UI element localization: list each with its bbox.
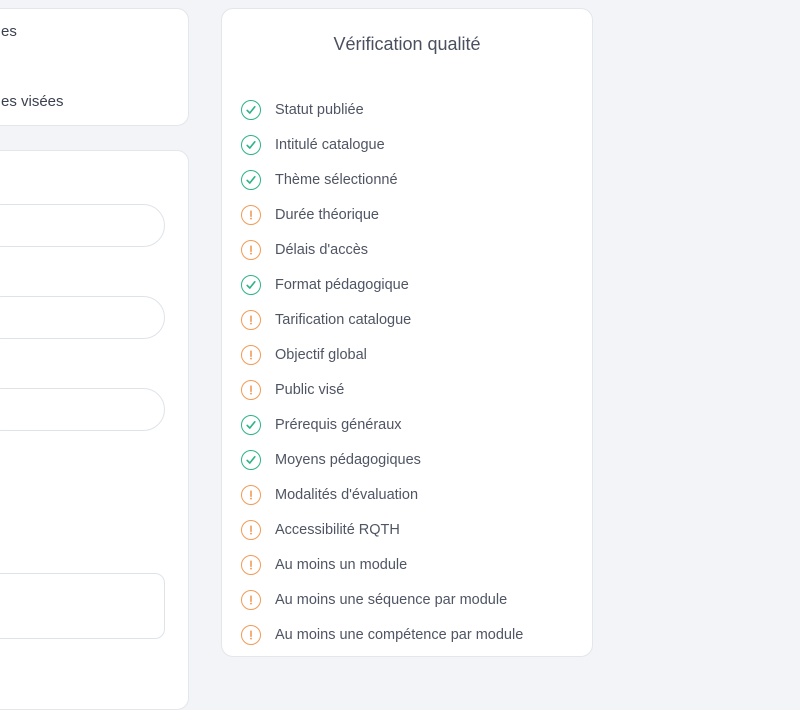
- quality-check-item: Format pédagogique: [241, 267, 523, 302]
- quality-check-item: Public visé: [241, 372, 523, 407]
- warning-circle-icon: [241, 519, 261, 540]
- summary-line-2: es visées: [1, 93, 64, 110]
- warning-circle-icon: [241, 554, 261, 575]
- quality-check-label: Prérequis généraux: [275, 416, 402, 433]
- quality-check-item: Tarification catalogue: [241, 302, 523, 337]
- quality-check-label: Format pédagogique: [275, 276, 409, 293]
- warning-circle-icon: [241, 484, 261, 505]
- textarea-field[interactable]: [0, 573, 165, 639]
- warning-circle-icon: [241, 204, 261, 225]
- quality-check-label: Tarification catalogue: [275, 311, 412, 328]
- quality-check-label: Délais d'accès: [275, 241, 369, 258]
- quality-check-label: Intitulé catalogue: [275, 136, 385, 153]
- quality-check-list: Statut publiée Intitulé catalogue Thème sé…: [241, 92, 523, 652]
- quality-check-item: Au moins une séquence par module: [241, 582, 523, 617]
- quality-check-label: Au moins une compétence par module: [275, 626, 524, 643]
- quality-check-item: Intitulé catalogue: [241, 127, 523, 162]
- warning-circle-icon: [241, 589, 261, 610]
- text-input-3[interactable]: [0, 388, 165, 431]
- quality-check-label: Thème sélectionné: [275, 171, 398, 188]
- text-input-2[interactable]: [0, 296, 165, 339]
- quality-check-item: Accessibilité RQTH: [241, 512, 523, 547]
- quality-check-label: Objectif global: [275, 346, 367, 363]
- quality-check-item: Durée théorique: [241, 197, 523, 232]
- quality-check-item: Moyens pédagogiques: [241, 442, 523, 477]
- warning-circle-icon: [241, 624, 261, 645]
- check-circle-icon: [241, 169, 261, 190]
- summary-line-1: es: [1, 23, 17, 40]
- check-circle-icon: [241, 414, 261, 435]
- quality-check-label: Au moins une séquence par module: [275, 591, 508, 608]
- warning-circle-icon: [241, 309, 261, 330]
- form-card: [0, 150, 189, 710]
- quality-check-label: Durée théorique: [275, 206, 379, 223]
- quality-check-item: Prérequis généraux: [241, 407, 523, 442]
- quality-title: Vérification qualité: [333, 34, 481, 54]
- quality-check-label: Au moins un module: [275, 556, 408, 573]
- warning-circle-icon: [241, 344, 261, 365]
- check-circle-icon: [241, 134, 261, 155]
- quality-check-label: Modalités d'évaluation: [275, 486, 419, 503]
- check-circle-icon: [241, 99, 261, 120]
- warning-circle-icon: [241, 379, 261, 400]
- quality-check-label: Accessibilité RQTH: [275, 521, 400, 538]
- quality-check-item: Au moins une compétence par module: [241, 617, 523, 652]
- summary-card: es es visées: [0, 8, 189, 126]
- warning-circle-icon: [241, 239, 261, 260]
- text-input-1[interactable]: [0, 204, 165, 247]
- quality-check-item: Modalités d'évaluation: [241, 477, 523, 512]
- quality-check-item: Objectif global: [241, 337, 523, 372]
- quality-check-label: Moyens pédagogiques: [275, 451, 421, 468]
- quality-check-label: Public visé: [275, 381, 345, 398]
- quality-check-item: Au moins un module: [241, 547, 523, 582]
- quality-check-card: Vérification qualité Statut publiée Intit…: [221, 8, 593, 657]
- check-circle-icon: [241, 274, 261, 295]
- check-circle-icon: [241, 449, 261, 470]
- quality-check-item: Délais d'accès: [241, 232, 523, 267]
- quality-check-item: Thème sélectionné: [241, 162, 523, 197]
- quality-check-item: Statut publiée: [241, 92, 523, 127]
- quality-check-label: Statut publiée: [275, 101, 364, 118]
